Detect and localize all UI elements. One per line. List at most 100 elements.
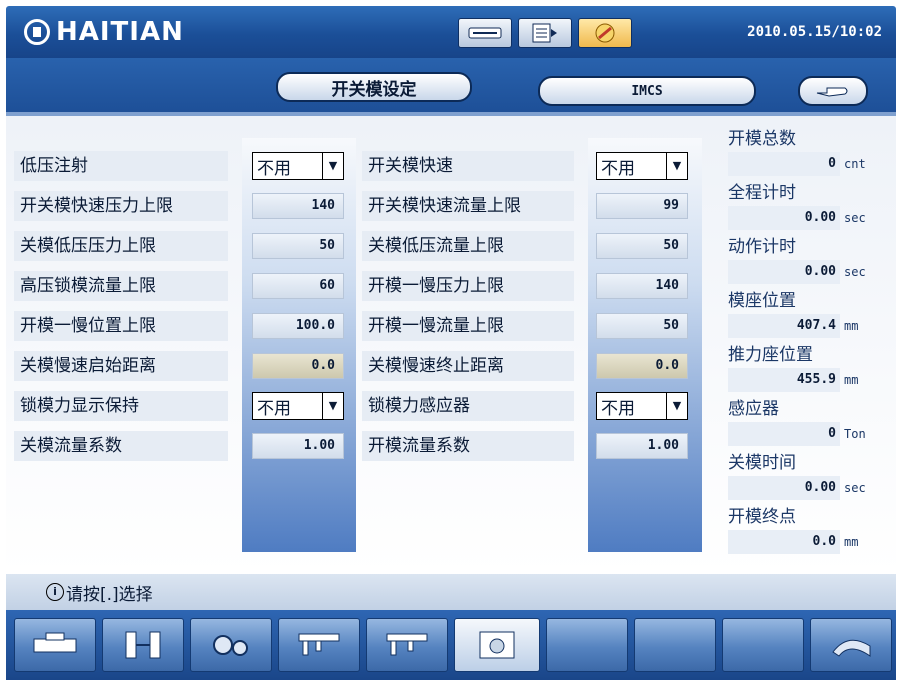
status-unit: cnt bbox=[844, 157, 866, 171]
status-panel: 开模总数 0 cnt 全程计时 0.00 sec 动作计时 0.00 sec 模座位置 407.4 m… bbox=[728, 128, 892, 560]
hand-icon[interactable] bbox=[798, 76, 868, 106]
status-unit: mm bbox=[844, 319, 859, 333]
param-select[interactable]: 不用 ▼ bbox=[252, 392, 344, 420]
document-icon[interactable] bbox=[518, 18, 572, 48]
gear-icon bbox=[213, 635, 248, 656]
status-unit: sec bbox=[844, 481, 866, 495]
param-value-field[interactable]: 50 bbox=[252, 233, 344, 259]
status-label: 关模时间 bbox=[728, 453, 796, 473]
left-params-table: 低压注射 不用 ▼ 开关模快速压力上限 140 关模低压压力上限 50 高压锁模流量上限 60 开… bbox=[14, 146, 344, 466]
mold-settings-icon bbox=[479, 631, 515, 659]
param-value-field[interactable]: 1.00 bbox=[596, 433, 688, 459]
datetime-display: 2010.05.15/10:02 bbox=[747, 24, 882, 40]
bottom-toolbar bbox=[6, 610, 896, 680]
param-value-field[interactable]: 60 bbox=[252, 273, 344, 299]
mold-settings-button[interactable] bbox=[454, 618, 540, 672]
status-unit: Ton bbox=[844, 427, 866, 441]
return-button[interactable] bbox=[810, 618, 892, 672]
param-row: 锁模力感应器 不用 ▼ bbox=[362, 386, 688, 426]
mold-setup-icon bbox=[33, 632, 77, 653]
param-label: 开模一慢流量上限 bbox=[362, 311, 574, 341]
param-select[interactable]: 不用 ▼ bbox=[252, 152, 344, 180]
param-label: 开模一慢压力上限 bbox=[362, 271, 574, 301]
status-unit: mm bbox=[844, 373, 859, 387]
param-row: 关模低压压力上限 50 bbox=[14, 226, 344, 266]
param-row: 开关模快速流量上限 99 bbox=[362, 186, 688, 226]
top-bar: HAITIAN 2010.05.15/10:02 bbox=[6, 6, 896, 58]
param-row: 关模流量系数 1.00 bbox=[14, 426, 344, 466]
param-value-field[interactable]: 140 bbox=[596, 273, 688, 299]
status-unit: sec bbox=[844, 211, 866, 225]
param-row: 开模流量系数 1.00 bbox=[362, 426, 688, 466]
param-label: 开模一慢位置上限 bbox=[14, 311, 228, 341]
param-label: 锁模力显示保持 bbox=[14, 391, 228, 421]
param-row: 低压注射 不用 ▼ bbox=[14, 146, 344, 186]
status-item: 全程计时 0.00 sec bbox=[728, 182, 892, 236]
chevron-down-icon: ▼ bbox=[322, 393, 343, 419]
status-item: 感应器 0 Ton bbox=[728, 398, 892, 452]
param-row: 关模慢速启始距离 0.0 bbox=[14, 346, 344, 386]
param-label: 高压锁模流量上限 bbox=[14, 271, 228, 301]
select-value: 不用 bbox=[601, 158, 635, 179]
hint-text: 请按[.]选择 bbox=[66, 584, 153, 605]
ejector-icon bbox=[298, 633, 340, 656]
status-value: 0.0 bbox=[728, 530, 840, 554]
top-icon-group bbox=[458, 18, 632, 48]
ejector-button[interactable] bbox=[278, 618, 360, 672]
param-label: 开关模快速流量上限 bbox=[362, 191, 574, 221]
blank-toolbar-button[interactable] bbox=[546, 618, 628, 672]
core-icon bbox=[386, 633, 428, 656]
keyboard-icon[interactable] bbox=[458, 18, 512, 48]
clamp-button[interactable] bbox=[102, 618, 184, 672]
core-button[interactable] bbox=[366, 618, 448, 672]
blank-toolbar-button[interactable] bbox=[634, 618, 716, 672]
param-label: 关模低压流量上限 bbox=[362, 231, 574, 261]
right-params-table: 开关模快速 不用 ▼ 开关模快速流量上限 99 关模低压流量上限 50 开模一慢压力上限 140… bbox=[362, 146, 688, 466]
status-value: 0.00 bbox=[728, 260, 840, 284]
param-row: 开关模快速压力上限 140 bbox=[14, 186, 344, 226]
param-value-field[interactable]: 0.0 bbox=[596, 353, 688, 379]
param-row: 开关模快速 不用 ▼ bbox=[362, 146, 688, 186]
param-select[interactable]: 不用 ▼ bbox=[596, 392, 688, 420]
param-value-field[interactable]: 0.0 bbox=[252, 353, 344, 379]
status-unit: sec bbox=[844, 265, 866, 279]
status-value: 455.9 bbox=[728, 368, 840, 392]
param-row: 关模低压流量上限 50 bbox=[362, 226, 688, 266]
brand-logo: HAITIAN bbox=[24, 16, 184, 48]
select-value: 不用 bbox=[257, 158, 291, 179]
param-label: 开关模快速压力上限 bbox=[14, 191, 228, 221]
status-value: 0.00 bbox=[728, 476, 840, 500]
param-value-field[interactable]: 99 bbox=[596, 193, 688, 219]
status-label: 开模总数 bbox=[728, 129, 796, 149]
gear-button[interactable] bbox=[190, 618, 272, 672]
status-item: 动作计时 0.00 sec bbox=[728, 236, 892, 290]
status-label: 动作计时 bbox=[728, 237, 796, 257]
chevron-down-icon: ▼ bbox=[322, 153, 343, 179]
status-label: 全程计时 bbox=[728, 183, 796, 203]
param-value-field[interactable]: 1.00 bbox=[252, 433, 344, 459]
status-value: 0.00 bbox=[728, 206, 840, 230]
param-value-field[interactable]: 50 bbox=[596, 233, 688, 259]
param-label: 开模流量系数 bbox=[362, 431, 574, 461]
select-value: 不用 bbox=[257, 398, 291, 419]
status-unit: mm bbox=[844, 535, 859, 549]
status-label: 模座位置 bbox=[728, 291, 796, 311]
tab-mold-open-close-settings[interactable]: 开关模设定 bbox=[276, 72, 472, 102]
mold-setup-button[interactable] bbox=[14, 618, 96, 672]
param-select[interactable]: 不用 ▼ bbox=[596, 152, 688, 180]
status-label: 开模终点 bbox=[728, 507, 796, 527]
param-label: 锁模力感应器 bbox=[362, 391, 574, 421]
status-item: 推力座位置 455.9 mm bbox=[728, 344, 892, 398]
status-value: 407.4 bbox=[728, 314, 840, 338]
param-value-field[interactable]: 50 bbox=[596, 313, 688, 339]
status-label: 感应器 bbox=[728, 399, 779, 419]
param-value-field[interactable]: 100.0 bbox=[252, 313, 344, 339]
tools-icon[interactable] bbox=[578, 18, 632, 48]
chevron-down-icon: ▼ bbox=[666, 393, 687, 419]
param-label: 关模慢速启始距离 bbox=[14, 351, 228, 381]
param-row: 锁模力显示保持 不用 ▼ bbox=[14, 386, 344, 426]
blank-toolbar-button[interactable] bbox=[722, 618, 804, 672]
status-item: 开模总数 0 cnt bbox=[728, 128, 892, 182]
param-value-field[interactable]: 140 bbox=[252, 193, 344, 219]
tab-imcs[interactable]: IMCS bbox=[538, 76, 756, 106]
